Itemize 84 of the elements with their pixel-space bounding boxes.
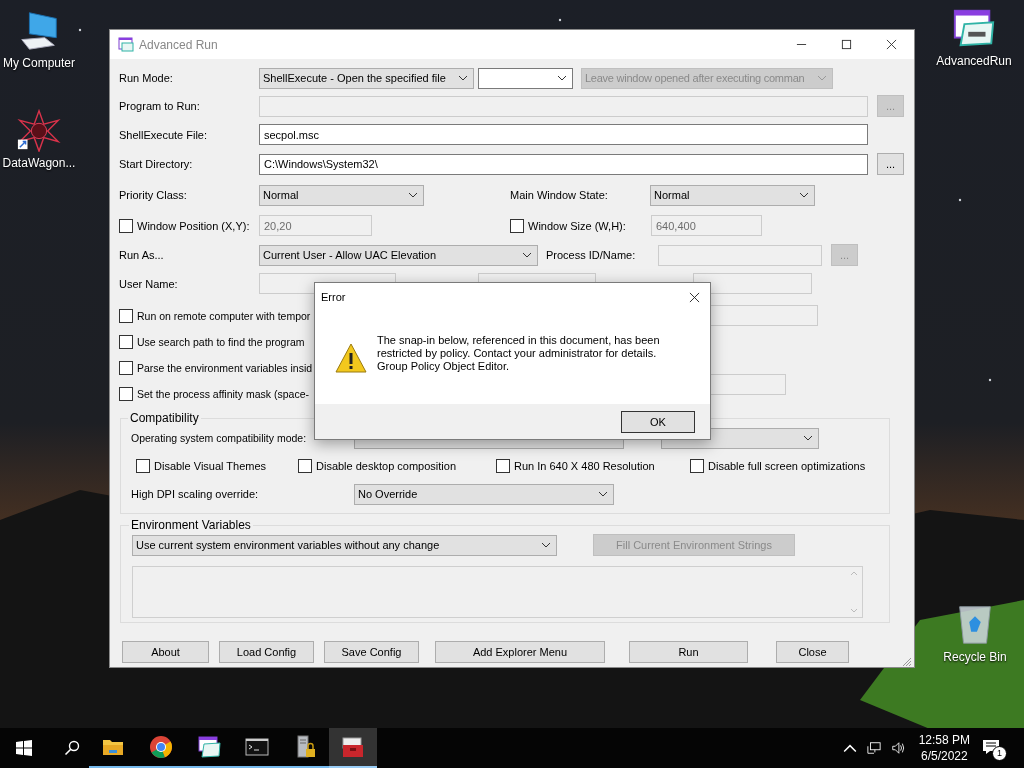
priority-dropdown[interactable]: Normal xyxy=(259,184,424,206)
action-button[interactable]: Run xyxy=(629,641,748,663)
notification-badge: 1 xyxy=(992,746,1007,761)
checkbox[interactable] xyxy=(119,309,133,323)
desktop-icon-label[interactable]: AdvancedRun xyxy=(936,54,1012,68)
environment-dropdown[interactable]: Use current system environment variables without any change xyxy=(132,534,557,556)
chevron-icon xyxy=(817,75,827,81)
desktop-icon-label[interactable]: DataWagon... xyxy=(2,156,76,170)
checkbox[interactable] xyxy=(136,459,150,473)
dialog-title: Error xyxy=(321,291,347,303)
run-as-dropdown[interactable]: Current User - Allow UAC Elevation xyxy=(259,244,538,266)
chevron-icon xyxy=(458,75,468,81)
field-label: Run Mode: xyxy=(119,72,174,84)
checkbox[interactable] xyxy=(119,387,133,401)
file-field[interactable]: secpol.msc xyxy=(259,124,868,145)
chevron-icon xyxy=(803,435,813,441)
action-button[interactable]: Close xyxy=(776,641,849,663)
search-icon[interactable] xyxy=(64,740,80,756)
browse-button[interactable]: ... xyxy=(877,153,904,175)
checkbox-label: Window Position (X,Y): xyxy=(137,219,250,232)
warning-icon xyxy=(335,342,367,373)
star-shortcut-icon[interactable] xyxy=(16,108,62,152)
action-button[interactable]: About xyxy=(122,641,209,663)
window-title: Advanced Run xyxy=(139,37,218,52)
field-label: Priority Class: xyxy=(119,189,188,201)
desktop-icon-label[interactable]: My Computer xyxy=(3,56,75,70)
checkbox-label: Run In 640 X 480 Resolution xyxy=(514,460,655,472)
group-title: Environment Variables xyxy=(130,518,252,532)
password-field[interactable] xyxy=(693,273,812,294)
checkbox-label: Run on remote computer with tempor xyxy=(137,310,311,322)
chevron-icon xyxy=(557,75,567,81)
field-label: Start Directory: xyxy=(119,158,194,170)
checkbox[interactable] xyxy=(119,361,133,375)
ok-button[interactable]: OK xyxy=(621,410,695,433)
toolbox-icon xyxy=(341,735,365,759)
field-label: Process ID/Name: xyxy=(546,249,637,261)
field-label: User Name: xyxy=(119,277,179,290)
chevron-icon xyxy=(541,542,551,548)
close-icon[interactable] xyxy=(689,291,700,303)
field-label: Main Window State: xyxy=(510,189,609,201)
clock-time[interactable]: 12:58 PM xyxy=(918,732,970,748)
action-button[interactable]: Load Config xyxy=(219,641,314,663)
checkbox[interactable] xyxy=(496,459,510,473)
checkbox-label: Parse the environment variables insid xyxy=(137,362,313,374)
directory-field[interactable]: C:\Windows\System32\ xyxy=(259,153,868,175)
field-label: Operating system compatibility mode: xyxy=(131,432,308,444)
windows-logo-icon[interactable] xyxy=(16,740,32,756)
chevron-icon xyxy=(598,491,608,497)
checkbox[interactable] xyxy=(690,459,704,473)
close-icon[interactable] xyxy=(886,39,897,50)
checkbox-label: Disable desktop composition xyxy=(316,460,457,472)
clock-date[interactable]: 6/5/2022 xyxy=(920,748,968,764)
desktop-icon-label[interactable]: Recycle Bin xyxy=(943,650,1007,664)
resize-grip-icon[interactable] xyxy=(902,657,912,667)
taskbar-app-button[interactable] xyxy=(329,728,377,768)
dropdown[interactable] xyxy=(478,67,573,89)
checkbox[interactable] xyxy=(119,335,133,349)
field-label: ShellExecute File: xyxy=(119,128,209,141)
volume-icon[interactable] xyxy=(890,741,905,755)
run-mode-dropdown[interactable]: ShellExecute - Open the specified file xyxy=(259,67,474,89)
chevron-icon xyxy=(799,192,809,198)
checkbox-label: Disable full screen optimizations xyxy=(708,460,866,472)
action-button[interactable]: Add Explorer Menu xyxy=(435,641,605,663)
window-state-dropdown[interactable]: Normal xyxy=(650,184,815,206)
app-window-icon xyxy=(118,36,134,53)
chevron-icon xyxy=(522,252,532,258)
app-window-icon xyxy=(197,735,221,759)
maximize-icon[interactable] xyxy=(841,39,852,50)
terminal-icon xyxy=(245,735,269,759)
chevron-icon xyxy=(408,192,418,198)
checkbox-label: Window Size (W,H): xyxy=(528,219,626,232)
group-title: Compatibility xyxy=(129,411,200,425)
field-label: High DPI scaling override: xyxy=(131,488,260,500)
dpi-dropdown[interactable]: No Override xyxy=(354,483,614,505)
checkbox-label: Set the process affinity mask (space- xyxy=(137,388,309,400)
checkbox-label: Disable Visual Themes xyxy=(154,460,267,472)
action-button[interactable]: Save Config xyxy=(324,641,419,663)
field-label: Run As... xyxy=(119,249,165,261)
browser-icon xyxy=(149,735,173,759)
error-message: The snap-in below, referenced in this document, has been restricted by policy. Contact your administrator for details. Group Policy Object Editor. xyxy=(377,334,660,373)
checkbox[interactable] xyxy=(298,459,312,473)
network-icon[interactable] xyxy=(866,741,881,755)
checkbox-label: Use search path to find the program xyxy=(137,336,305,348)
field-label: Program to Run: xyxy=(119,100,201,112)
